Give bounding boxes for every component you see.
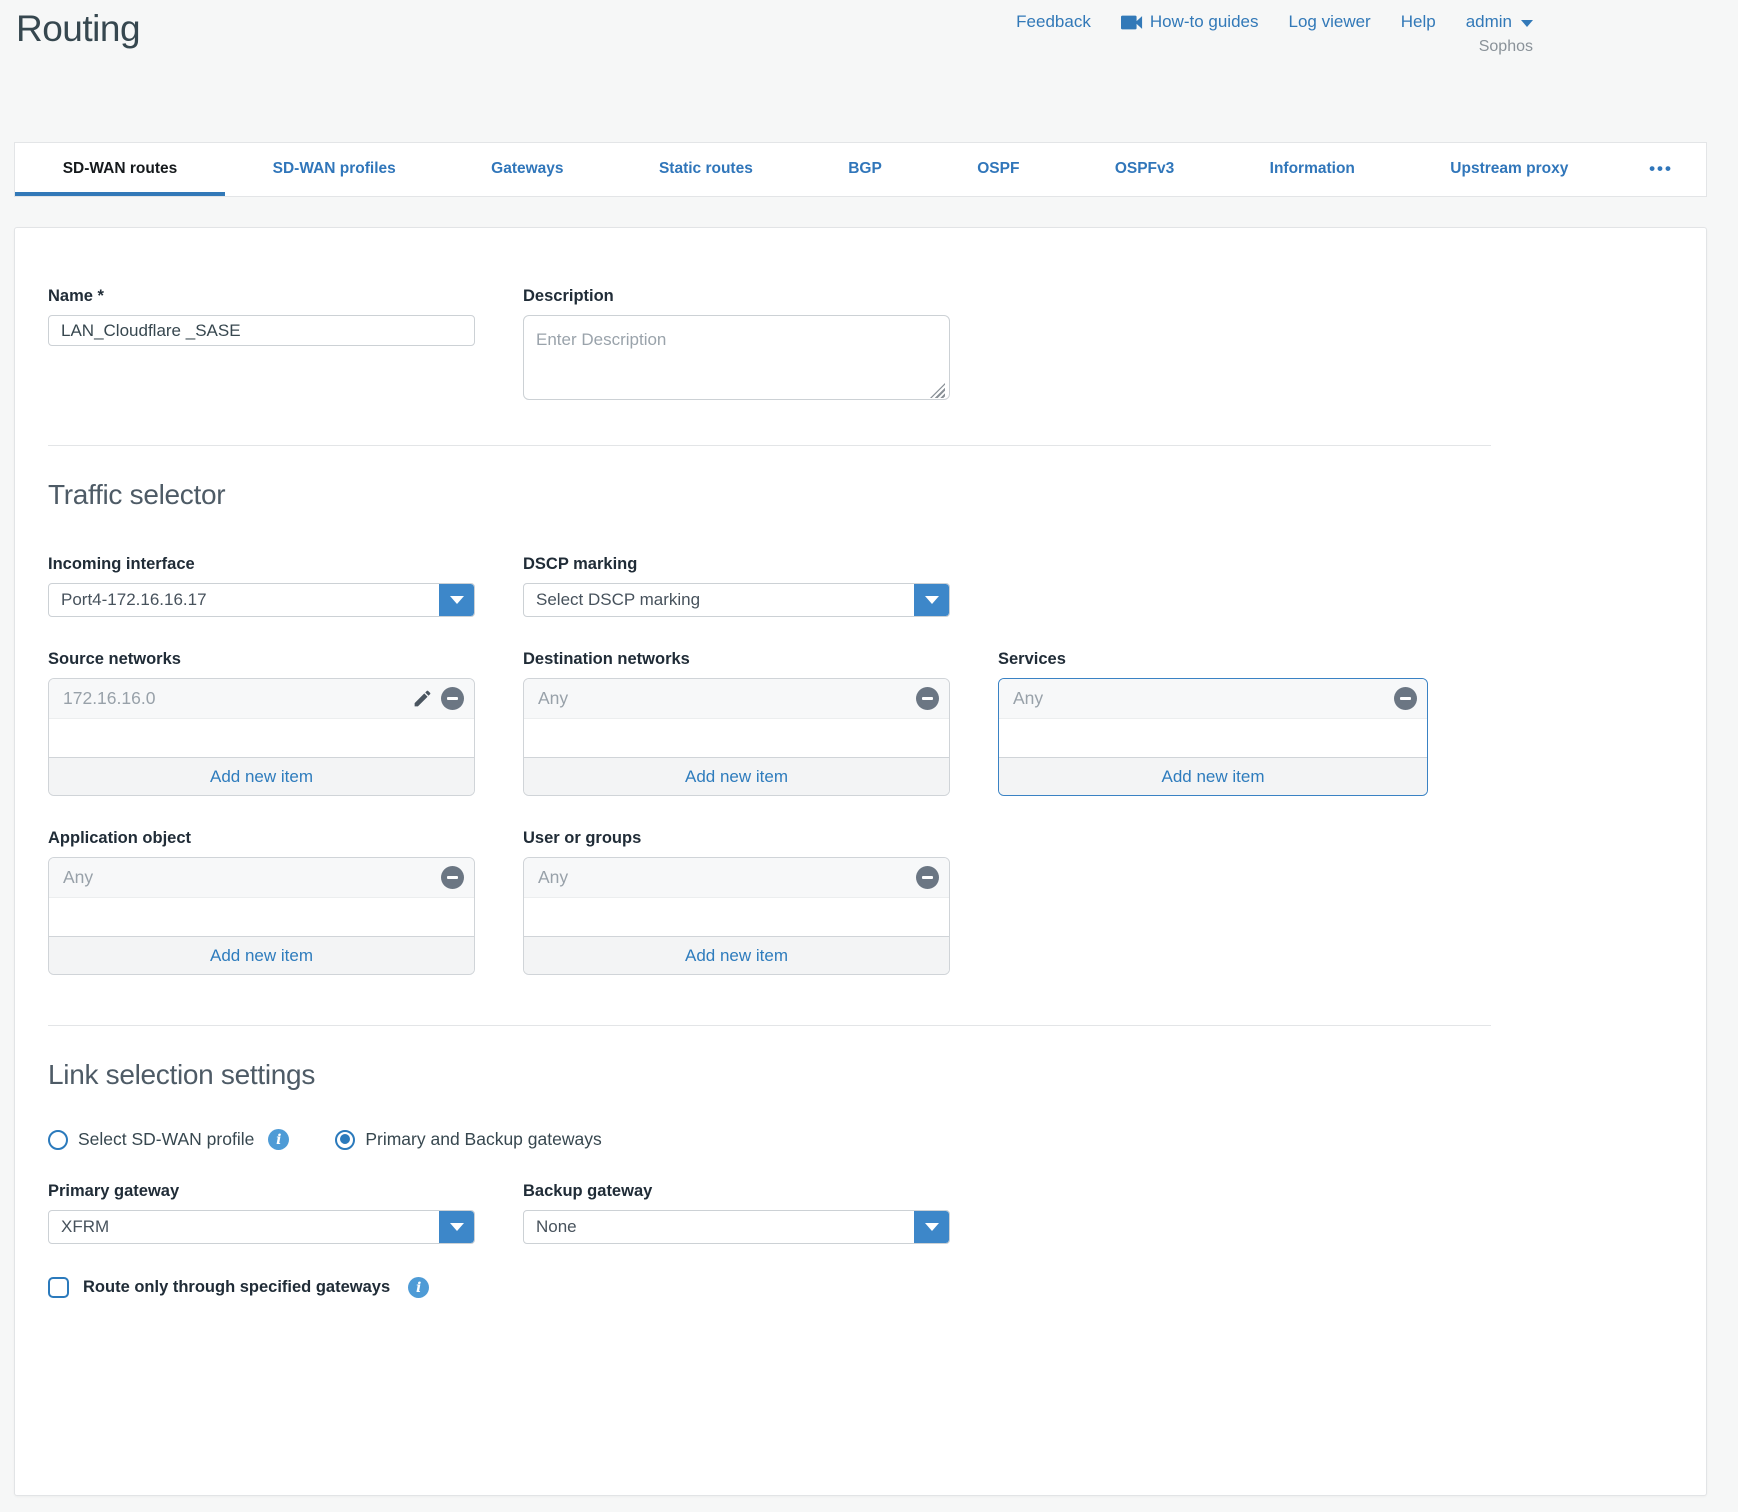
sdwan-route-form-card: Name * Description Traffic selector Inco… [14, 227, 1707, 1496]
remove-item-icon[interactable] [1394, 687, 1417, 710]
tab-sdwan-profiles[interactable]: SD-WAN profiles [225, 143, 444, 196]
description-label: Description [523, 287, 950, 306]
add-new-item-button[interactable]: Add new item [524, 936, 949, 974]
source-networks-label: Source networks [48, 650, 475, 669]
top-navigation: Feedback How-to guides Log viewer Help a… [1016, 12, 1533, 32]
description-textarea[interactable] [523, 315, 950, 400]
dscp-marking-label: DSCP marking [523, 555, 950, 574]
primary-gateway-label: Primary gateway [48, 1182, 475, 1201]
tab-ospf[interactable]: OSPF [930, 143, 1068, 196]
log-viewer-link[interactable]: Log viewer [1289, 12, 1371, 32]
log-viewer-label: Log viewer [1289, 12, 1371, 32]
tab-ospfv3[interactable]: OSPFv3 [1067, 143, 1222, 196]
application-object-panel: Any Add new item [48, 857, 475, 975]
page-title: Routing [16, 8, 140, 50]
traffic-selector-heading: Traffic selector [48, 479, 1491, 511]
user-or-groups-label: User or groups [523, 829, 950, 848]
add-new-item-button[interactable]: Add new item [49, 936, 474, 974]
chevron-down-icon[interactable] [914, 1211, 949, 1243]
list-item: Any [49, 858, 474, 898]
list-item: Any [524, 858, 949, 898]
user-or-groups-panel: Any Add new item [523, 857, 950, 975]
chevron-down-icon[interactable] [439, 1211, 474, 1243]
info-icon[interactable]: i [408, 1277, 429, 1298]
application-object-label: Application object [48, 829, 475, 848]
source-network-value: 172.16.16.0 [63, 688, 412, 709]
add-new-item-button[interactable]: Add new item [49, 757, 474, 795]
application-object-value: Any [63, 867, 441, 888]
tab-bgp[interactable]: BGP [801, 143, 930, 196]
link-selection-heading: Link selection settings [48, 1059, 1491, 1091]
admin-menu[interactable]: admin [1466, 12, 1533, 32]
backup-gateway-select[interactable]: None [523, 1210, 950, 1244]
destination-networks-label: Destination networks [523, 650, 950, 669]
page-header: Routing Feedback How-to guides Log viewe… [0, 0, 1738, 142]
radio-checked-icon[interactable] [335, 1130, 355, 1150]
incoming-interface-select[interactable]: Port4-172.16.16.17 [48, 583, 475, 617]
tab-upstream-proxy[interactable]: Upstream proxy [1403, 143, 1616, 196]
incoming-interface-label: Incoming interface [48, 555, 475, 574]
routing-tabbar: SD-WAN routes SD-WAN profiles Gateways S… [14, 142, 1707, 197]
panel-empty-space [999, 719, 1427, 757]
section-divider [48, 445, 1491, 446]
destination-network-value: Any [538, 688, 916, 709]
how-to-guides-label: How-to guides [1150, 12, 1259, 32]
dscp-marking-select[interactable]: Select DSCP marking [523, 583, 950, 617]
info-icon[interactable]: i [268, 1129, 289, 1150]
brand-label: Sophos [1479, 38, 1533, 56]
name-input[interactable] [48, 315, 475, 346]
tab-more-menu[interactable]: ••• [1616, 143, 1706, 196]
route-only-checkbox[interactable] [48, 1277, 69, 1298]
panel-empty-space [524, 719, 949, 757]
how-to-guides-link[interactable]: How-to guides [1121, 12, 1259, 32]
add-new-item-button[interactable]: Add new item [999, 757, 1427, 795]
list-item: 172.16.16.0 [49, 679, 474, 719]
help-label: Help [1401, 12, 1436, 32]
list-item: Any [999, 679, 1427, 719]
primary-gateway-select[interactable]: XFRM [48, 1210, 475, 1244]
remove-item-icon[interactable] [441, 866, 464, 889]
panel-empty-space [49, 898, 474, 936]
tab-gateways[interactable]: Gateways [443, 143, 611, 196]
radio-primary-backup-gateways-label: Primary and Backup gateways [365, 1129, 601, 1150]
edit-icon[interactable] [412, 688, 433, 709]
primary-gateway-value: XFRM [49, 1211, 439, 1243]
services-label: Services [998, 650, 1428, 669]
panel-empty-space [49, 719, 474, 757]
add-new-item-button[interactable]: Add new item [524, 757, 949, 795]
radio-primary-backup-gateways[interactable]: Primary and Backup gateways [335, 1129, 601, 1150]
tab-sdwan-routes[interactable]: SD-WAN routes [15, 143, 225, 196]
chevron-down-icon[interactable] [914, 584, 949, 616]
incoming-interface-value: Port4-172.16.16.17 [49, 584, 439, 616]
backup-gateway-label: Backup gateway [523, 1182, 950, 1201]
caret-down-icon [1521, 20, 1533, 27]
help-link[interactable]: Help [1401, 12, 1436, 32]
remove-item-icon[interactable] [441, 687, 464, 710]
source-networks-panel: 172.16.16.0 Add new item [48, 678, 475, 796]
name-label: Name * [48, 287, 475, 306]
service-value: Any [1013, 688, 1394, 709]
dscp-marking-value: Select DSCP marking [524, 584, 914, 616]
destination-networks-panel: Any Add new item [523, 678, 950, 796]
section-divider [48, 1025, 1491, 1026]
remove-item-icon[interactable] [916, 687, 939, 710]
remove-item-icon[interactable] [916, 866, 939, 889]
feedback-label: Feedback [1016, 12, 1091, 32]
user-or-groups-value: Any [538, 867, 916, 888]
admin-label: admin [1466, 12, 1512, 32]
video-icon [1121, 15, 1143, 30]
list-item: Any [524, 679, 949, 719]
radio-select-sdwan-profile-label: Select SD-WAN profile [78, 1129, 254, 1150]
route-only-checkbox-label: Route only through specified gateways [83, 1278, 390, 1297]
feedback-link[interactable]: Feedback [1016, 12, 1091, 32]
tab-static-routes[interactable]: Static routes [611, 143, 800, 196]
chevron-down-icon[interactable] [439, 584, 474, 616]
panel-empty-space [524, 898, 949, 936]
radio-select-sdwan-profile[interactable]: Select SD-WAN profile i [48, 1129, 289, 1150]
backup-gateway-value: None [524, 1211, 914, 1243]
services-panel: Any Add new item [998, 678, 1428, 796]
tab-information[interactable]: Information [1222, 143, 1403, 196]
radio-icon[interactable] [48, 1130, 68, 1150]
